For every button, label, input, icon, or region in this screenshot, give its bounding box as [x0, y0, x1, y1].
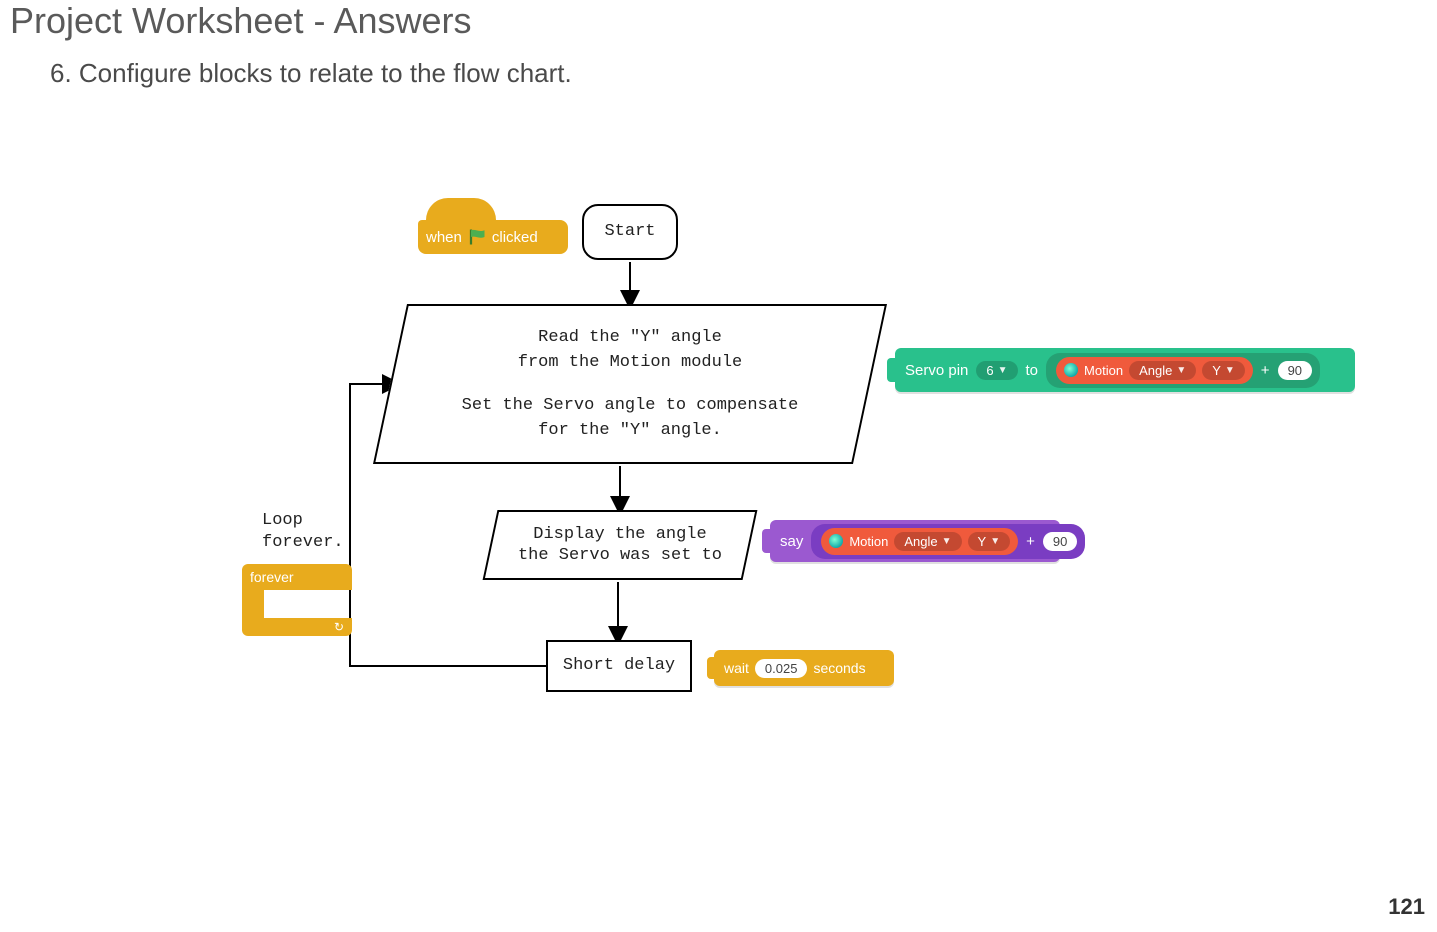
say-expression: Motion Angle ▼ Y ▼ + 90 — [811, 524, 1085, 559]
motion-sensor-icon — [1064, 363, 1078, 377]
process1-line3: Set the Servo angle to compensate — [462, 396, 799, 415]
scratch-wait-block: wait 0.025 seconds — [714, 650, 894, 686]
flowchart-process-display: Display the angle the Servo was set to — [490, 510, 750, 580]
loop-line1: Loop — [262, 510, 344, 532]
motion-reporter: Motion Angle ▼ Y ▼ — [821, 528, 1018, 555]
servo-expression: Motion Angle ▼ Y ▼ + 90 — [1046, 353, 1320, 388]
forever-label: forever — [250, 569, 294, 585]
motion-angle-label: Angle — [1139, 363, 1172, 378]
motion-sensor-icon — [829, 534, 843, 548]
caret-down-icon: ▼ — [1225, 365, 1235, 376]
loop-label: Loop forever. — [262, 510, 344, 554]
scratch-forever-block: forever ↻ — [242, 564, 352, 636]
flowchart-area: Start when clicked Read the "Y" angle fr… — [0, 180, 1437, 780]
flowchart-connectors — [0, 180, 1437, 780]
loop-arrow-icon: ↻ — [334, 620, 344, 634]
process2-line1: Display the angle — [533, 525, 706, 544]
page-title: Project Worksheet - Answers — [10, 0, 472, 42]
process2-line2: the Servo was set to — [518, 546, 722, 565]
question-text: 6. Configure blocks to relate to the flo… — [50, 58, 572, 89]
caret-down-icon: ▼ — [942, 536, 952, 547]
say-offset-value: 90 — [1043, 532, 1077, 551]
caret-down-icon: ▼ — [990, 536, 1000, 547]
flowchart-process-read-set: Read the "Y" angle from the Motion modul… — [390, 304, 870, 464]
motion-axis-label: Y — [1212, 363, 1221, 378]
servo-pin-value: 6 — [986, 363, 993, 378]
scratch-hat-block: when clicked — [418, 198, 568, 254]
servo-offset-value: 90 — [1278, 361, 1312, 380]
hat-when-label: when — [426, 229, 462, 246]
page-number: 121 — [1388, 894, 1425, 920]
green-flag-icon — [468, 228, 486, 246]
motion-label: Motion — [849, 534, 888, 549]
servo-pin-dropdown: 6 ▼ — [976, 361, 1017, 380]
servo-to-label: to — [1026, 362, 1039, 379]
process1-line4: for the "Y" angle. — [538, 421, 722, 440]
motion-axis-dropdown: Y ▼ — [1202, 361, 1245, 380]
plus-operator: + — [1026, 533, 1035, 550]
motion-angle-label: Angle — [904, 534, 937, 549]
motion-reporter: Motion Angle ▼ Y ▼ — [1056, 357, 1253, 384]
wait-label: wait — [724, 660, 749, 676]
motion-angle-dropdown: Angle ▼ — [894, 532, 961, 551]
flowchart-delay: Short delay — [546, 640, 692, 692]
servo-label: Servo pin — [905, 362, 968, 379]
motion-axis-label: Y — [978, 534, 987, 549]
motion-label: Motion — [1084, 363, 1123, 378]
hat-clicked-label: clicked — [492, 229, 538, 246]
caret-down-icon: ▼ — [1176, 365, 1186, 376]
scratch-say-block: say Motion Angle ▼ Y ▼ + 90 — [770, 520, 1060, 562]
say-label: say — [780, 533, 803, 550]
wait-seconds-label: seconds — [813, 660, 865, 676]
motion-axis-dropdown: Y ▼ — [968, 532, 1011, 551]
plus-operator: + — [1261, 362, 1270, 379]
flowchart-start: Start — [582, 204, 678, 260]
process1-line1: Read the "Y" angle — [538, 328, 722, 347]
wait-value: 0.025 — [755, 659, 808, 678]
motion-angle-dropdown: Angle ▼ — [1129, 361, 1196, 380]
scratch-servo-block: Servo pin 6 ▼ to Motion Angle ▼ Y ▼ + 90 — [895, 348, 1355, 392]
caret-down-icon: ▼ — [998, 365, 1008, 376]
loop-line2: forever. — [262, 532, 344, 554]
process1-line2: from the Motion module — [518, 353, 742, 372]
